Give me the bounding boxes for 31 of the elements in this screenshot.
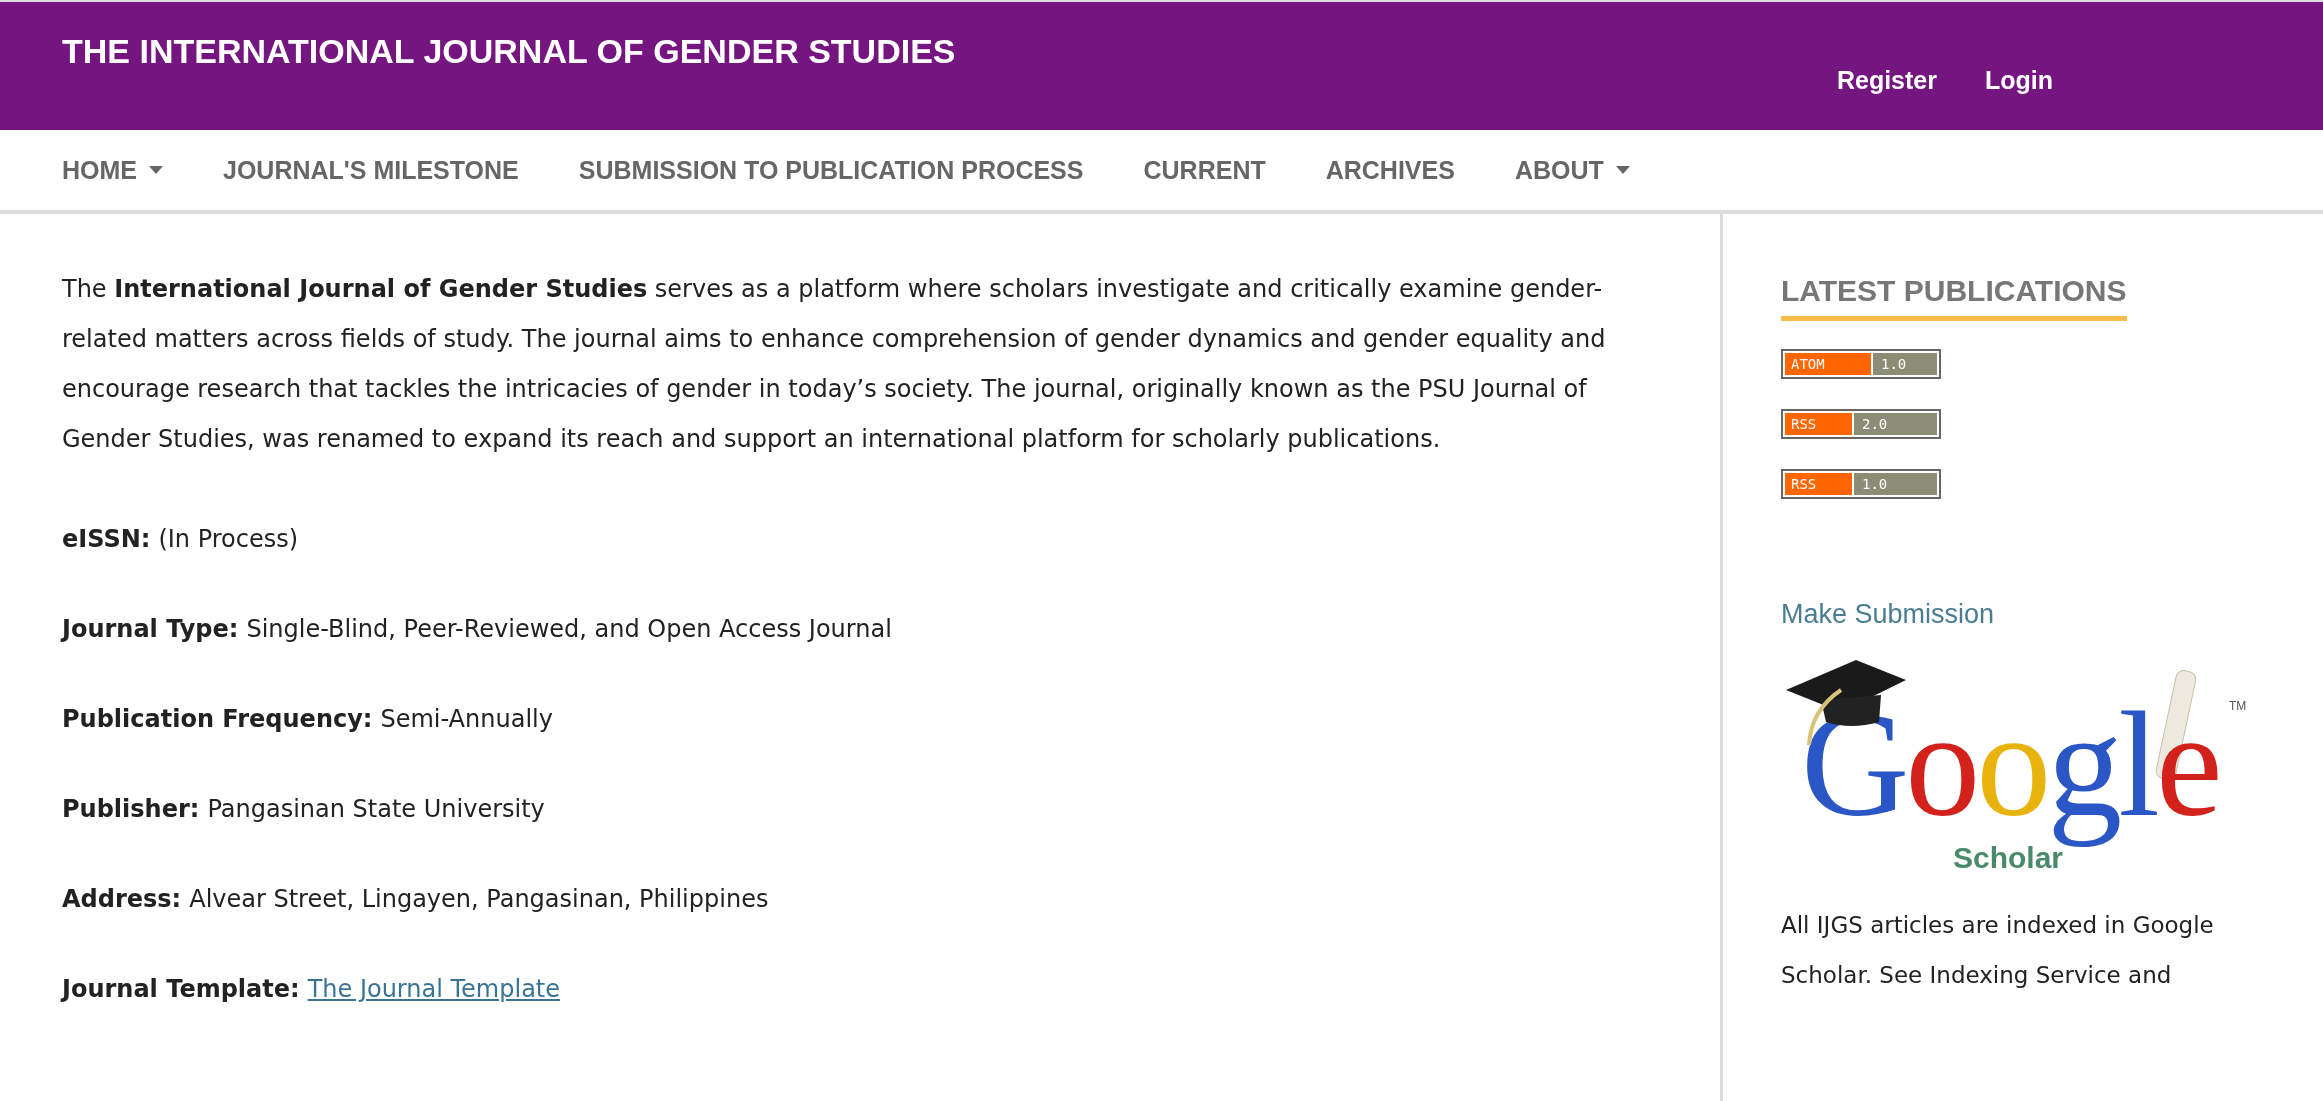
trademark-mark: TM [2229, 699, 2247, 713]
caret-icon [149, 166, 163, 174]
nav-item[interactable]: ARCHIVES [1325, 155, 1455, 185]
field-value: Alvear Street, Lingayen, Pangasinan, Philippines [189, 885, 769, 913]
feed-badge[interactable]: ATOM 1.0 [1781, 349, 1941, 379]
field-value: (In Process) [158, 525, 299, 553]
user-link[interactable]: Login [1984, 66, 2053, 95]
field-label: Publisher: [62, 795, 200, 823]
field-value: Semi-Annually [380, 705, 553, 733]
field-label: Address: [62, 885, 182, 913]
nav-item[interactable]: JOURNAL'S MILESTONE [223, 155, 519, 185]
field-value: Pangasinan State University [207, 795, 545, 823]
template-link[interactable]: The Journal Template [307, 975, 561, 1003]
feed-badge[interactable]: RSS 1.0 [1781, 469, 1941, 499]
intro-paragraph: The International Journal of Gender Studies serves as a platform where scholars investigate and critically examine gender-related matters across fields of study. The journal aims to enhance comprehension of gender dynamics and gender equality and encourage research that tackles the intricacies of gender in today’s society. The journal, originally known as the PSU Journal of Gender Studies, was renamed to expand its reach and support an international platform for scholarly publications. [62, 274, 1607, 455]
user-link[interactable]: Register [1836, 66, 1937, 95]
field-label: Publication Frequency: [62, 705, 373, 733]
nav-item[interactable]: HOME [62, 155, 163, 185]
field-value: Single-Blind, Peer-Reviewed, and Open Access Journal [246, 615, 892, 643]
make-submission-link[interactable]: Make Submission [1781, 599, 1995, 630]
nav-item[interactable]: SUBMISSION TO PUBLICATION PROCESS [578, 155, 1084, 185]
field-label: eISSN: [62, 525, 151, 553]
nav-item[interactable]: ABOUT [1514, 155, 1630, 185]
caret-icon [1615, 166, 1630, 174]
feed-badge[interactable]: RSS 2.0 [1781, 409, 1941, 439]
nav-item[interactable]: CURRENT [1143, 155, 1266, 185]
sidebar-heading: LATEST PUBLICATIONS [1781, 274, 2127, 321]
field-label: Journal Type: [62, 615, 239, 643]
site-title[interactable]: THE INTERNATIONAL JOURNAL OF GENDER STUDIES [62, 32, 956, 71]
field-label: Journal Template: [62, 975, 300, 1003]
indexing-note: All IJGS articles are indexed in Google Scholar. See Indexing Service and [1781, 911, 2215, 990]
